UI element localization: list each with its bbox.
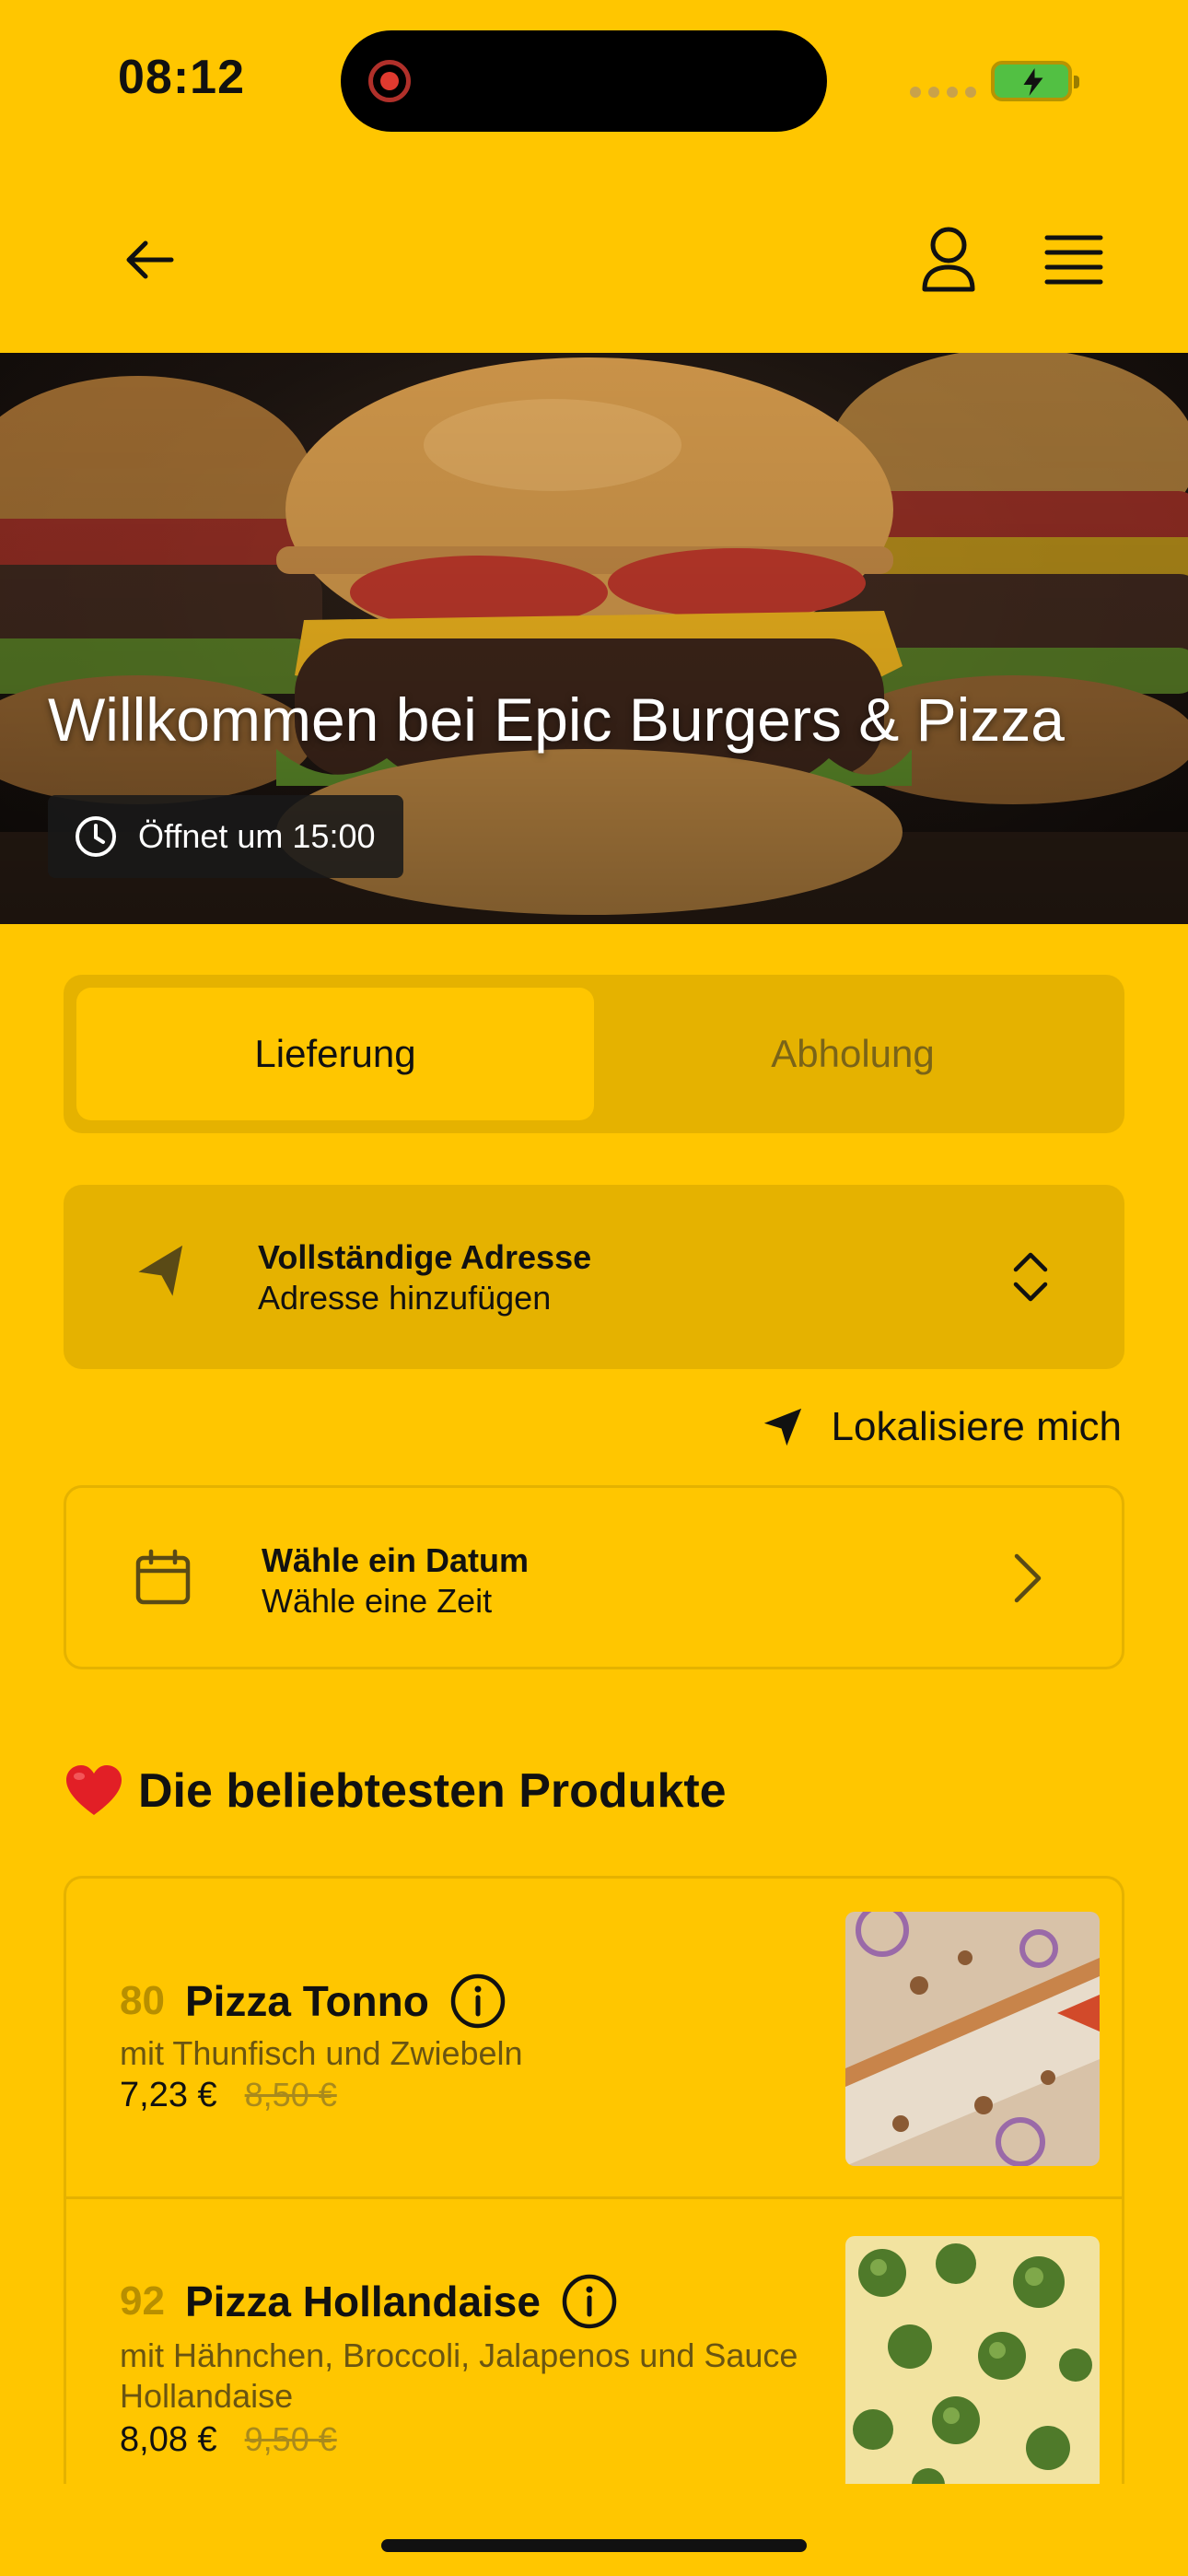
product-number: 92 (120, 2278, 165, 2324)
product-description: mit Hähnchen, Broccoli, Jalapenos und Sa… (120, 2336, 798, 2415)
product-price-row: 8,08 € 9,50 € (120, 2420, 337, 2460)
product-old-price: 8,50 € (244, 2076, 337, 2113)
home-indicator (381, 2539, 807, 2552)
chevron-up-down-icon (1013, 1252, 1048, 1302)
back-button[interactable] (120, 230, 179, 289)
date-title: Wähle ein Datum (262, 1541, 530, 1579)
welcome-title: Willkommen bei Epic Burgers & Pizza (48, 685, 1066, 754)
hero-banner: Willkommen bei Epic Burgers & Pizza Öffn… (0, 353, 1188, 924)
navigation-arrow-icon (763, 1408, 801, 1446)
popular-products-list: 80 Pizza Tonno mit Thunfisch und Zwiebel… (64, 1876, 1124, 2484)
info-icon[interactable] (561, 2273, 618, 2330)
dynamic-island (341, 30, 827, 132)
product-name: Pizza Hollandaise (184, 2277, 541, 2325)
info-icon[interactable] (449, 1973, 507, 2030)
popular-products-heading: Die beliebtesten Produkte (64, 1763, 727, 1819)
opening-hours-badge: Öffnet um 15:00 (48, 795, 403, 878)
address-title: Vollständige Adresse (258, 1238, 592, 1276)
time-subtitle: Wähle eine Zeit (262, 1582, 493, 1620)
product-header: 92 Pizza Hollandaise (120, 2273, 618, 2330)
product-description: mit Thunfisch und Zwiebeln (120, 2034, 523, 2072)
product-price: 7,23 € (120, 2076, 217, 2114)
product-number: 80 (120, 1978, 165, 2023)
recording-indicator-icon (368, 60, 411, 102)
clock-icon (76, 816, 116, 857)
product-price-row: 7,23 € 8,50 € (120, 2076, 337, 2115)
account-button[interactable] (919, 225, 978, 293)
heart-icon (66, 1765, 122, 1815)
status-time: 08:12 (118, 51, 245, 104)
order-type-toggle: Lieferung Abholung (64, 975, 1124, 1133)
arrow-left-icon (126, 240, 174, 279)
calendar-icon (135, 1549, 191, 1605)
signal-icon (910, 87, 976, 98)
tab-pickup[interactable]: Abholung (594, 988, 1112, 1120)
product-item[interactable]: 80 Pizza Tonno mit Thunfisch und Zwiebel… (66, 1879, 1122, 2199)
locate-me-label: Lokalisiere mich (831, 1404, 1122, 1449)
product-item[interactable]: 92 Pizza Hollandaise mit Hähnchen, Brocc… (66, 2199, 1122, 2484)
battery-charging-icon (991, 61, 1079, 101)
product-image (845, 2236, 1100, 2484)
address-selector[interactable]: Vollständige Adresse Adresse hinzufügen (64, 1185, 1124, 1369)
tab-delivery[interactable]: Lieferung (76, 988, 594, 1120)
date-time-picker[interactable]: Wähle ein Datum Wähle eine Zeit (64, 1485, 1124, 1669)
address-subtitle: Adresse hinzufügen (258, 1279, 552, 1317)
product-name: Pizza Tonno (184, 1977, 429, 2025)
status-bar: 08:12 (0, 0, 1188, 166)
product-price: 8,08 € (120, 2420, 217, 2459)
locate-me-button[interactable]: Lokalisiere mich (762, 1404, 1122, 1450)
location-arrow-icon (138, 1245, 183, 1296)
product-old-price: 9,50 € (244, 2420, 337, 2458)
popular-products-title: Die beliebtesten Produkte (138, 1764, 727, 1818)
user-icon (922, 227, 975, 292)
hamburger-menu-icon (1044, 235, 1103, 285)
opening-hours-text: Öffnet um 15:00 (138, 817, 376, 855)
menu-button[interactable] (1044, 234, 1103, 286)
product-image (845, 1912, 1100, 2166)
product-header: 80 Pizza Tonno (120, 1973, 507, 2030)
chevron-right-icon (1014, 1553, 1042, 1603)
